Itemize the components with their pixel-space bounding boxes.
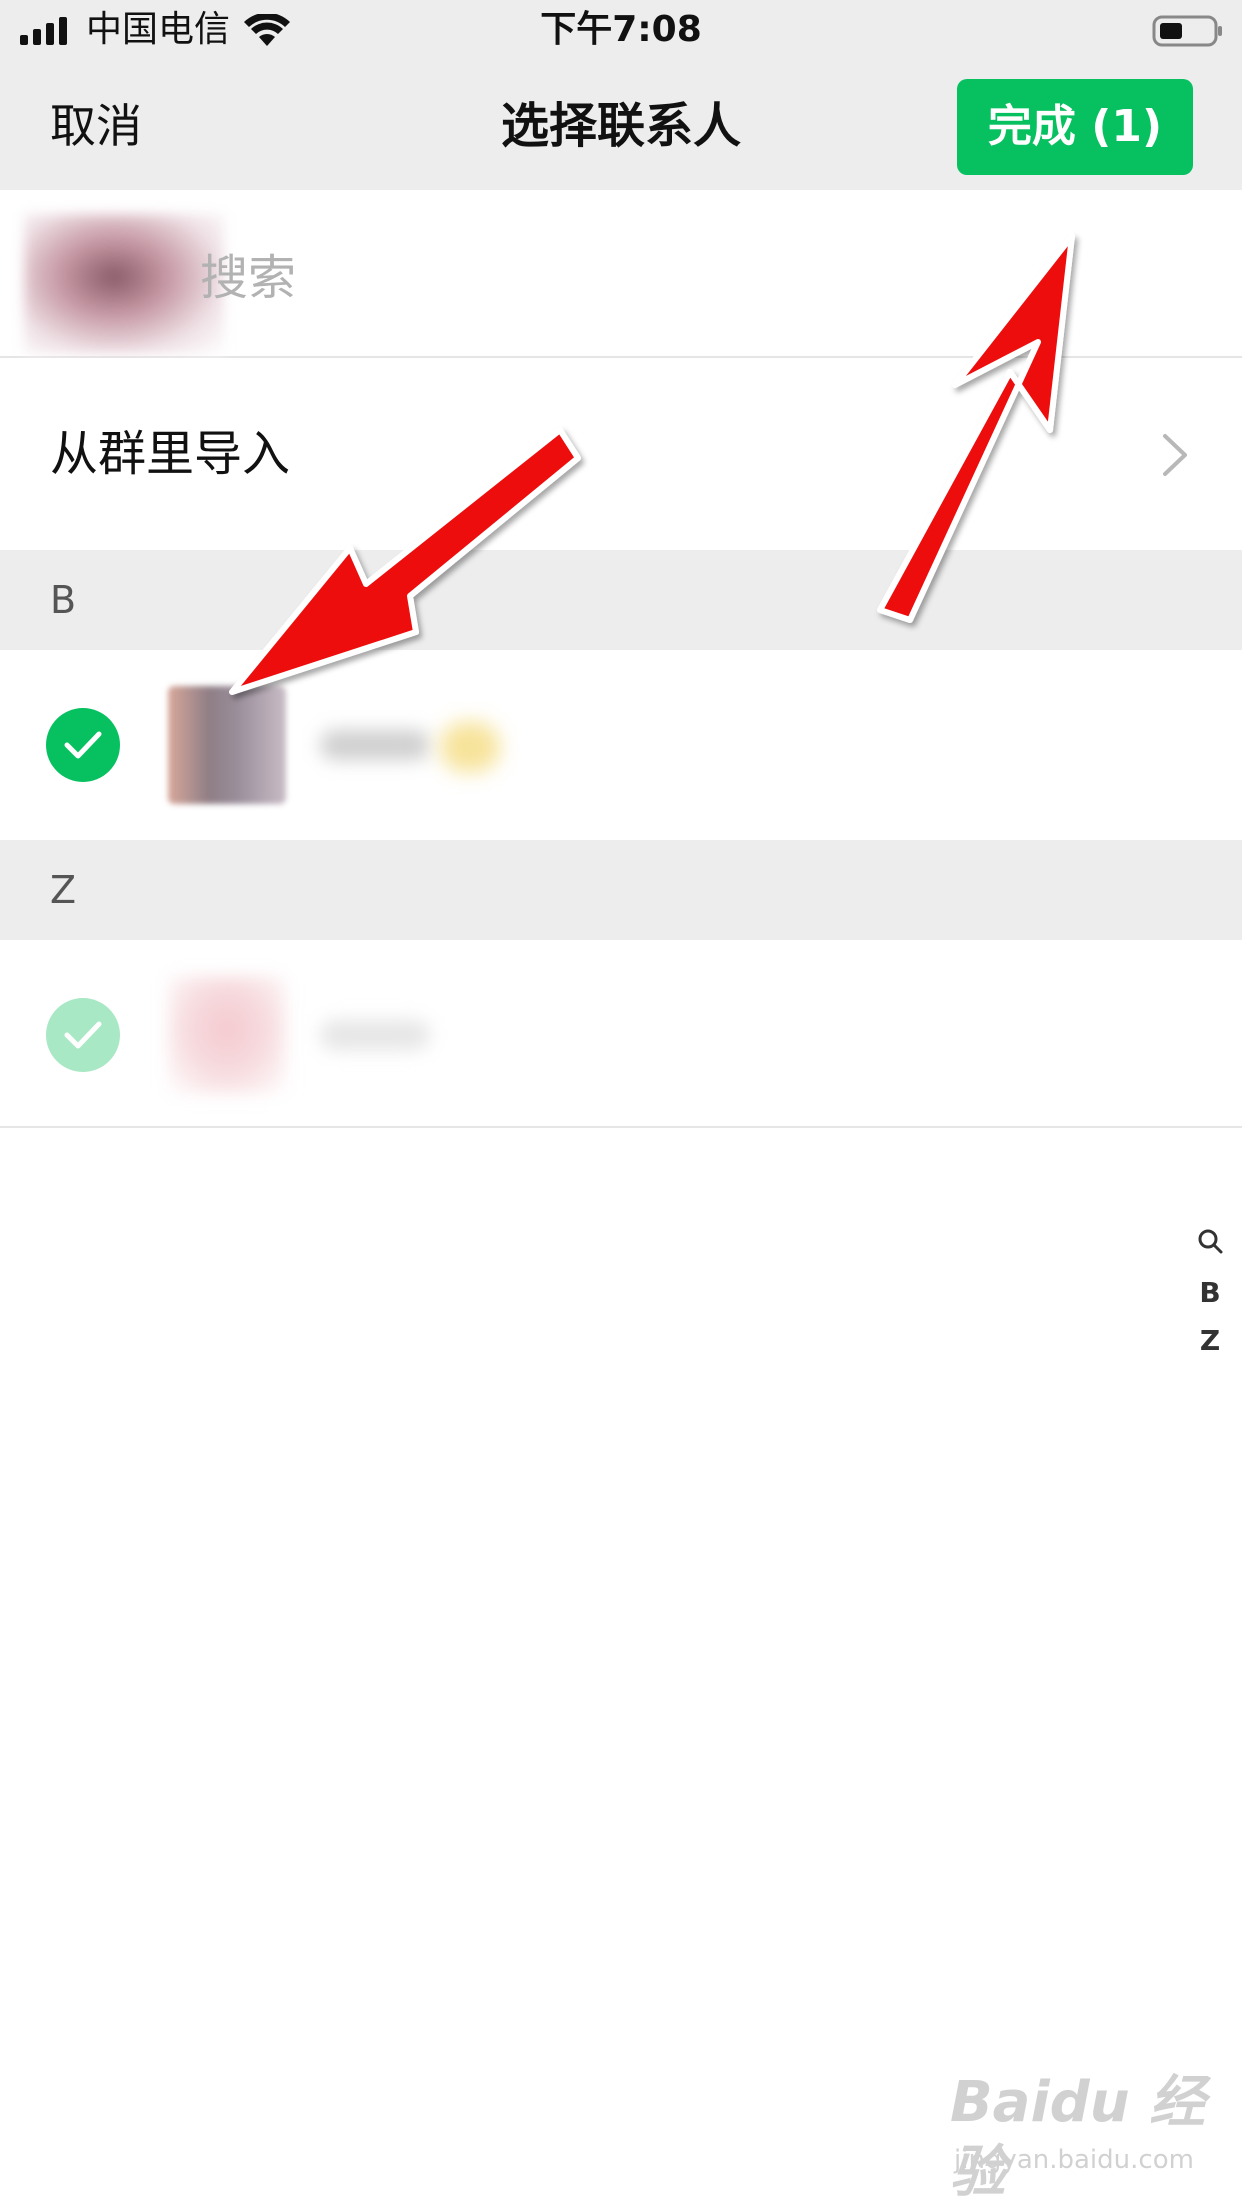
alphabet-index-bar[interactable]: B Z <box>1192 1218 1228 1365</box>
section-letter: Z <box>50 868 77 912</box>
index-item-b[interactable]: B <box>1192 1269 1228 1317</box>
check-icon <box>64 1021 102 1049</box>
search-input[interactable]: 搜索 <box>200 248 296 308</box>
index-search-icon[interactable] <box>1192 1218 1228 1269</box>
checkbox-checked[interactable] <box>46 708 120 782</box>
contact-row[interactable] <box>0 650 1242 840</box>
screen: 中国电信 下午7:08 取消 选择联系人 完成 (1) 搜索 从群里导入 B Z… <box>0 0 1242 2208</box>
check-icon <box>64 731 102 759</box>
avatar <box>168 976 286 1094</box>
import-from-group-row[interactable]: 从群里导入 <box>0 358 1242 550</box>
index-item-z[interactable]: Z <box>1192 1317 1228 1365</box>
import-from-group-label: 从群里导入 <box>50 426 291 482</box>
chevron-right-icon <box>1163 434 1187 476</box>
selected-avatar-preview <box>24 214 224 354</box>
section-header-b: B <box>0 550 1242 650</box>
search-icon <box>1198 1229 1223 1254</box>
checkbox-checked-disabled[interactable] <box>46 998 120 1072</box>
contact-name-blurred <box>320 730 430 760</box>
section-letter: B <box>50 578 77 622</box>
baidu-watermark: Baidu 经验 jingyan.baidu.com <box>950 2068 1230 2205</box>
nav-bar: 取消 选择联系人 完成 (1) <box>0 62 1242 190</box>
watermark-url: jingyan.baidu.com <box>954 2145 1194 2175</box>
status-bar: 中国电信 下午7:08 <box>0 0 1242 62</box>
contact-row[interactable] <box>0 940 1242 1130</box>
section-header-z: Z <box>0 840 1242 940</box>
contact-name-blurred <box>320 1020 430 1050</box>
contact-emoji-blurred <box>440 722 500 772</box>
avatar <box>168 686 286 804</box>
search-bar[interactable]: 搜索 <box>0 190 1242 358</box>
status-time: 下午7:08 <box>540 9 702 50</box>
list-divider <box>0 1126 1242 1128</box>
battery-icon <box>1152 15 1222 47</box>
watermark-logo: Baidu 经验 <box>950 2070 1206 2205</box>
done-button[interactable]: 完成 (1) <box>957 79 1193 175</box>
